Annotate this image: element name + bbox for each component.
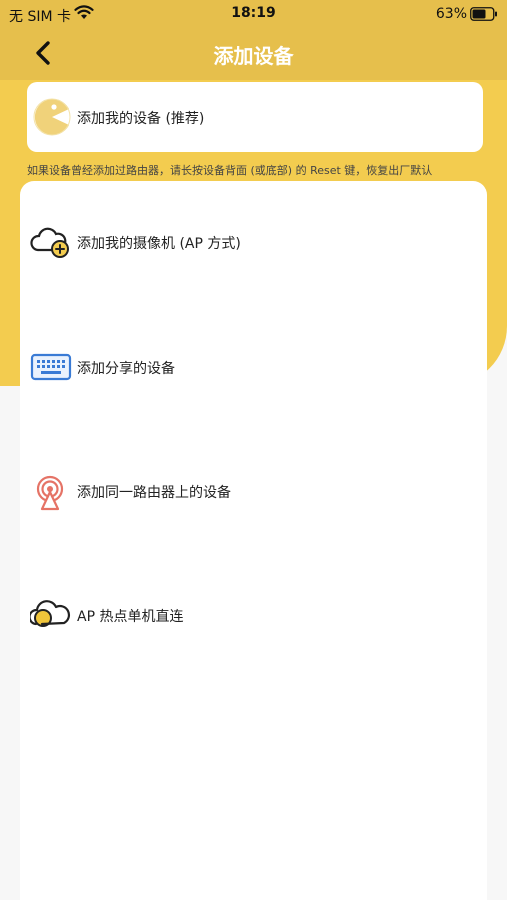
router-signal-icon [30,473,74,511]
add-camera-ap-button[interactable]: 添加我的摄像机 (AP 方式) [30,222,470,262]
add-same-router-device-label: 添加同一路由器上的设备 [77,485,231,501]
add-options-list: 添加我的摄像机 (AP 方式) 添加分享的设备 添加同一路由器上的设备 AP 热… [20,181,487,900]
add-camera-ap-label: 添加我的摄像机 (AP 方式) [77,236,241,252]
battery-percent: 63% [435,6,467,22]
pacman-device-icon [32,97,72,141]
cloud-plus-icon [30,224,74,260]
add-same-router-device-button[interactable]: 添加同一路由器上的设备 [30,471,470,511]
status-bar: 无 SIM 卡 18:19 63% [0,0,507,28]
keyboard-icon [30,349,74,385]
add-shared-device-label: 添加分享的设备 [77,361,175,377]
add-shared-device-button[interactable]: 添加分享的设备 [30,347,470,387]
add-my-device-label: 添加我的设备 (推荐) [77,111,205,127]
battery-icon [470,7,498,25]
status-time: 18:19 [231,5,276,21]
cloud-hotspot-icon [28,597,74,633]
ap-hotspot-direct-button[interactable]: AP 热点单机直连 [28,595,470,635]
reset-hint-text: 如果设备曾经添加过路由器，请长按设备背面 (或底部) 的 Reset 键，恢复出… [27,164,433,177]
navigation-bar: 添加设备 [0,28,507,78]
ap-hotspot-direct-label: AP 热点单机直连 [77,609,184,625]
add-my-device-button[interactable]: 添加我的设备 (推荐) [27,82,483,152]
page-title: 添加设备 [213,44,294,68]
